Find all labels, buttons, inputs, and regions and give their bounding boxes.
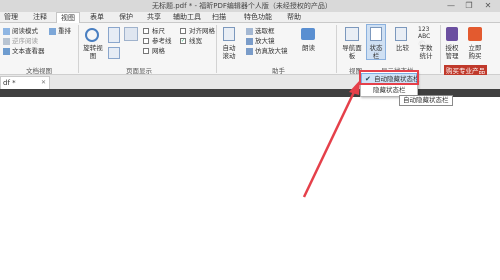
tab-help[interactable]: 帮助 xyxy=(284,12,304,23)
window-title: 无标题.pdf * - 福昕PDF编辑器个人版（未经授权的产品） xyxy=(152,2,332,10)
read-aloud-icon xyxy=(301,28,315,40)
reading-mode-icon xyxy=(3,28,10,35)
group-label-product: 购买专业产品 xyxy=(444,65,487,75)
reference-label: 参考线 xyxy=(152,37,172,45)
marquee-button[interactable]: 选取框 xyxy=(255,27,275,35)
ruler-label: 标尺 xyxy=(152,27,165,35)
app-window: 无标题.pdf * - 福昕PDF编辑器个人版（未经授权的产品） — ❐ ✕ 管… xyxy=(0,0,500,280)
reverse-view-button[interactable]: 逆序阅读 xyxy=(12,37,38,45)
tab-manage[interactable]: 管理 xyxy=(0,12,22,23)
buy-now-button[interactable]: 立即购买 xyxy=(466,44,484,60)
tab-comment[interactable]: 注释 xyxy=(30,12,50,23)
page-layout-icon[interactable] xyxy=(108,27,120,43)
group-label-page-display: 页面显示 xyxy=(126,67,152,75)
lineweight-checkbox[interactable]: ✓ xyxy=(180,38,186,44)
highlight-box xyxy=(359,70,419,85)
rotate-view-icon xyxy=(85,28,99,42)
group-label-doc-views: 文档视图 xyxy=(26,67,52,75)
close-icon[interactable]: ✕ xyxy=(481,1,495,11)
compare-icon xyxy=(395,27,407,41)
tab-scan[interactable]: 扫描 xyxy=(209,12,229,23)
arrow-line xyxy=(302,91,356,198)
menu-bar: 管理 注释 视图 表单 保护 共享 辅助工具 扫描 特色功能 帮助 xyxy=(0,12,500,24)
tab-form[interactable]: 表单 xyxy=(86,12,108,23)
reverse-view-icon xyxy=(3,38,10,45)
nav-panel-button[interactable]: 导航面板 xyxy=(342,44,362,60)
magnifier-button[interactable]: 放大镜 xyxy=(255,37,275,45)
loupe-icon xyxy=(246,48,253,55)
status-bar-icon xyxy=(370,27,382,41)
loupe-button[interactable]: 仿真放大镜 xyxy=(255,47,288,55)
ribbon-separator xyxy=(216,25,217,73)
read-aloud-button[interactable]: 朗读 xyxy=(302,44,315,52)
grid-checkbox[interactable] xyxy=(143,48,149,54)
close-icon[interactable]: ✕ xyxy=(41,79,46,86)
reflow-icon xyxy=(49,28,56,35)
license-mgmt-icon xyxy=(446,27,458,41)
page-layout-alt-icon[interactable] xyxy=(108,47,120,59)
reading-mode-button[interactable]: 阅读模式 xyxy=(12,27,38,35)
auto-scroll-button[interactable]: 自动滚动 xyxy=(221,44,237,60)
restore-icon[interactable]: ❐ xyxy=(462,1,476,11)
reference-checkbox[interactable] xyxy=(143,38,149,44)
ribbon-separator xyxy=(78,25,79,73)
align-grid-checkbox[interactable] xyxy=(180,28,186,34)
reflow-button[interactable]: 重排 xyxy=(58,27,71,35)
document-tab-strip: df * ✕ xyxy=(0,75,500,89)
ribbon-separator xyxy=(336,25,337,73)
ribbon-separator xyxy=(440,25,441,73)
grid-label: 网格 xyxy=(152,47,165,55)
rotate-view-button[interactable]: 旋转视图 xyxy=(82,44,104,60)
tab-accessibility[interactable]: 辅助工具 xyxy=(170,12,204,23)
title-bar: 无标题.pdf * - 福昕PDF编辑器个人版（未经授权的产品） — ❐ ✕ xyxy=(0,0,500,12)
hide-status-bar-label: 隐藏状态栏 xyxy=(373,86,406,94)
license-mgmt-button[interactable]: 授权管理 xyxy=(444,44,460,60)
ruler-checkbox[interactable] xyxy=(143,28,149,34)
buy-now-icon xyxy=(468,27,482,41)
document-tab-label: df * xyxy=(3,79,16,87)
group-label-assist: 助手 xyxy=(272,67,285,75)
tab-protect[interactable]: 保护 xyxy=(115,12,137,23)
text-viewer-icon xyxy=(3,48,10,55)
word-count-icon: 123 ABC xyxy=(418,26,431,40)
auto-scroll-icon xyxy=(223,27,235,41)
compare-button[interactable]: 比较 xyxy=(396,44,409,52)
lineweight-label: 线宽 xyxy=(189,37,202,45)
tab-features[interactable]: 特色功能 xyxy=(240,12,276,23)
minimize-icon[interactable]: — xyxy=(444,1,458,11)
document-tab[interactable]: df * ✕ xyxy=(0,76,50,89)
text-viewer-button[interactable]: 文本查看器 xyxy=(12,47,45,55)
tooltip: 自动隐藏状态栏 xyxy=(399,95,453,106)
align-grid-label: 对齐网格 xyxy=(189,27,215,35)
magnifier-icon xyxy=(246,38,253,45)
status-bar-button[interactable]: 状态栏 xyxy=(368,44,384,60)
tab-share[interactable]: 共享 xyxy=(143,12,165,23)
nav-panel-icon xyxy=(345,27,359,41)
zoom-fit-icon[interactable] xyxy=(124,27,138,41)
marquee-icon xyxy=(246,28,253,35)
